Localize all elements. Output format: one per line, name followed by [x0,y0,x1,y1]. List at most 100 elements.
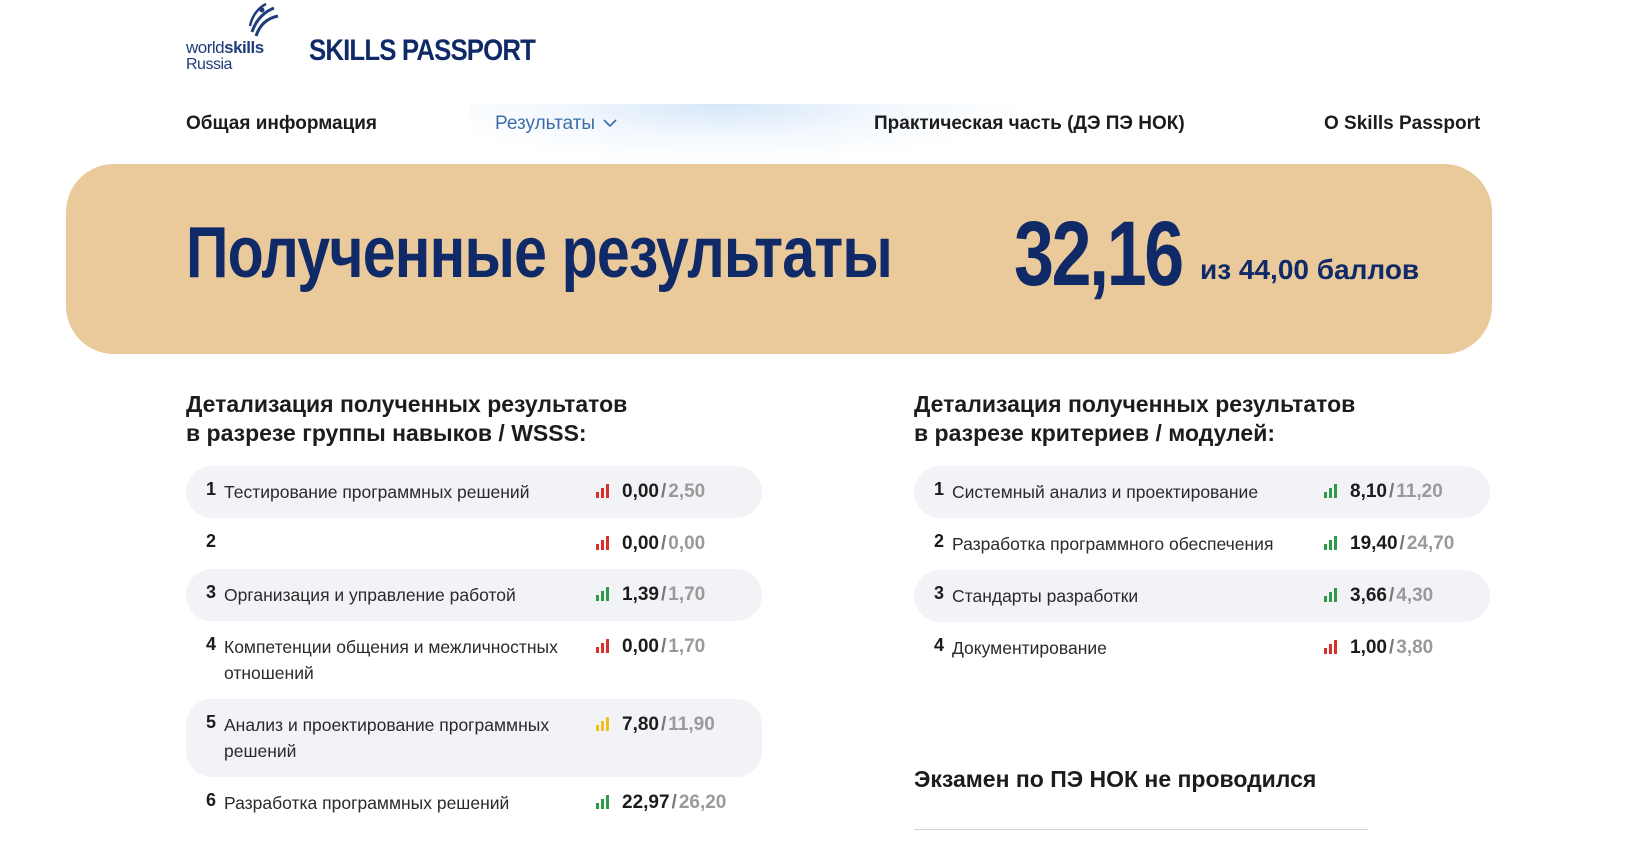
score-max: 11,20 [1396,481,1443,502]
score-got: 8,10 [1350,481,1387,502]
result-row: 4 Компетенции общения и межличностных отн… [186,621,762,699]
results-banner: Полученные результаты 32,16 из 44,00 бал… [66,164,1492,354]
skills-breakdown: Детализация полученных результатов в раз… [186,390,762,829]
row-number: 3 [206,582,217,602]
row-score: 0,00/2,50 [596,479,705,505]
row-label: Организация и управление работой [224,585,516,605]
row-number: 4 [934,635,945,655]
score-got: 1,39 [622,584,659,605]
score-separator: / [660,584,667,605]
row-score: 1,00/3,80 [1324,635,1433,661]
row-score: 1,39/1,70 [596,582,705,608]
row-label: Компетенции общения и межличностных отно… [224,637,558,683]
divider [914,829,1368,830]
score-level-icon [596,639,609,653]
row-label: Системный анализ и проектирование [952,482,1259,502]
row-score: 0,00/0,00 [596,531,705,557]
exam-note: Экзамен по ПЭ НОК не проводился [914,766,1317,792]
score-max: 1,70 [668,636,706,657]
banner-title: Полученные результаты [186,213,893,293]
score-separator: / [660,714,667,735]
result-row: 1 Системный анализ и проектирование 8,10/1… [914,466,1490,518]
score-max: 4,30 [1396,585,1434,606]
score-separator: / [1399,533,1405,554]
logo-subtitle: Russia [186,56,232,73]
row-score: 7,80/11,90 [596,712,715,738]
skills-breakdown-title: Детализация полученных результатов в раз… [186,391,628,446]
score-separator: / [660,533,667,554]
score-separator: / [1388,585,1395,606]
score-separator: / [660,636,667,657]
criteria-breakdown-title: Детализация полученных результатов в раз… [914,391,1356,446]
score-max: 2,50 [668,481,706,502]
score-got: 3,66 [1350,585,1387,606]
score-level-icon [596,536,609,550]
row-label: Разработка программных решений [224,793,510,813]
row-number: 5 [206,712,217,732]
row-number: 1 [206,479,217,499]
nav-results-label: Результаты [495,113,596,134]
skills-list: 1 Тестирование программных решений 0,00/2,… [186,466,762,829]
score-max: 24,70 [1406,533,1455,554]
score-level-icon [596,484,609,498]
score-level-icon [1324,484,1337,498]
score-max: 1,70 [668,584,706,605]
main-nav: Общая информация Результаты Практическая… [0,104,1636,164]
chevron-down-icon [603,119,617,128]
score-got: 22,97 [622,792,670,813]
score-max: 26,20 [678,792,727,813]
result-row: 3 Стандарты разработки 3,66/4,30 [914,570,1490,622]
score-got: 0,00 [622,636,659,657]
result-row: 3 Организация и управление работой 1,39/1,… [186,569,762,621]
row-score: 3,66/4,30 [1324,583,1433,609]
score-separator: / [671,792,677,813]
score-got: 19,40 [1350,533,1398,554]
row-number: 2 [934,531,945,551]
criteria-breakdown: Детализация полученных результатов в раз… [914,390,1490,674]
row-label: Анализ и проектирование программных реше… [224,715,550,761]
row-score: 22,97/26,20 [596,790,726,816]
result-row: 2 0,00/0,00 [186,518,762,569]
score-max: 11,90 [668,714,715,735]
total-score: 32,16 [1014,203,1184,305]
result-row: 6 Разработка программных решений 22,97/26,… [186,777,762,829]
score-level-icon [1324,588,1337,602]
row-score: 0,00/1,70 [596,634,705,660]
worldskills-emblem-icon [248,2,279,37]
score-separator: / [1388,481,1395,502]
nav-practical[interactable]: Практическая часть (ДЭ ПЭ НОК) [874,113,1185,135]
criteria-list: 1 Системный анализ и проектирование 8,10/1… [914,466,1490,674]
result-row: 4 Документирование 1,00/3,80 [914,622,1490,674]
score-level-icon [596,795,609,809]
row-label: Стандарты разработки [952,586,1139,606]
worldskills-logo[interactable]: worldskills Russia [186,2,279,74]
row-number: 4 [206,634,217,654]
row-score: 8,10/11,20 [1324,479,1443,505]
score-max: 3,80 [1396,637,1434,658]
score-level-icon [1324,640,1337,654]
result-row: 5 Анализ и проектирование программных реш… [186,699,762,777]
row-label: Документирование [952,638,1107,658]
result-row: 2 Разработка программного обеспечения 19,4… [914,518,1490,570]
score-separator: / [1388,637,1395,658]
site-title: SKILLS PASSPORT [309,34,536,67]
nav-general[interactable]: Общая информация [186,113,377,135]
score-level-icon [596,717,609,731]
score-got: 0,00 [622,481,659,502]
row-label: Тестирование программных решений [224,482,530,502]
row-score: 19,40/24,70 [1324,531,1454,557]
row-number: 3 [934,583,945,603]
row-label: Разработка программного обеспечения [952,534,1274,554]
result-row: 1 Тестирование программных решений 0,00/2,… [186,466,762,518]
nav-results[interactable]: Результаты [495,113,617,135]
row-number: 6 [206,790,217,810]
score-got: 0,00 [622,533,659,554]
score-separator: / [660,481,667,502]
logo-wordmark: worldskills [186,38,264,57]
score-got: 1,00 [1350,637,1387,658]
row-number: 2 [206,531,217,551]
score-got: 7,80 [622,714,659,735]
score-level-icon [596,587,609,601]
nav-about[interactable]: О Skills Passport [1324,113,1480,135]
row-number: 1 [934,479,945,499]
